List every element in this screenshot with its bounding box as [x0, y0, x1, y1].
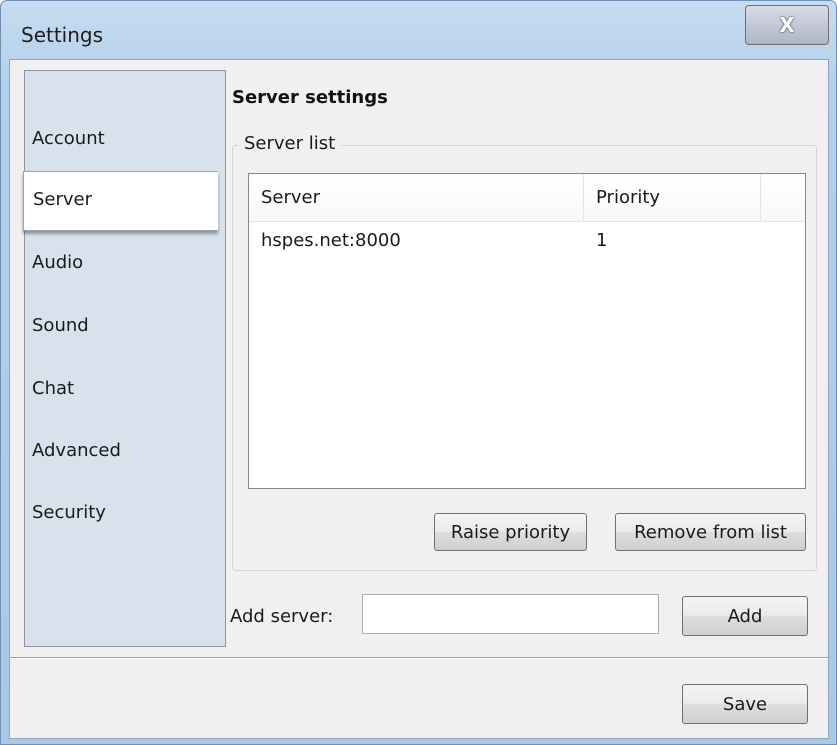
dialog-client-area: Account Server Audio Sound Chat Advanced… [9, 59, 829, 739]
settings-sidebar [24, 70, 226, 647]
raise-priority-button[interactable]: Raise priority [434, 513, 587, 551]
sidebar-item-sound[interactable]: Sound [32, 315, 89, 336]
server-cell: hspes.net:8000 [261, 230, 401, 251]
sidebar-item-account[interactable]: Account [32, 128, 105, 149]
sidebar-item-security[interactable]: Security [32, 502, 106, 523]
server-list-legend: Server list [238, 133, 342, 154]
sidebar-item-advanced[interactable]: Advanced [32, 440, 121, 461]
footer-divider [10, 657, 828, 659]
sidebar-item-audio[interactable]: Audio [32, 252, 83, 273]
add-server-label: Add server: [230, 606, 334, 627]
add-server-input[interactable] [362, 594, 659, 634]
column-header-server[interactable]: Server [249, 174, 584, 221]
remove-from-list-button[interactable]: Remove from list [615, 513, 806, 551]
column-header-priority[interactable]: Priority [584, 174, 761, 221]
page-title: Server settings [232, 87, 388, 108]
add-server-button[interactable]: Add [682, 596, 808, 636]
table-row[interactable]: hspes.net:8000 1 [249, 230, 805, 258]
server-list-table[interactable]: Server Priority hspes.net:8000 1 [248, 173, 806, 489]
close-icon: X [779, 13, 795, 37]
settings-window: Settings X Account Server Audio Sound Ch… [0, 0, 837, 745]
title-bar[interactable]: Settings X [1, 1, 836, 59]
close-button[interactable]: X [745, 5, 829, 45]
sidebar-item-label: Server [33, 189, 93, 210]
table-header: Server Priority [249, 174, 805, 222]
save-button[interactable]: Save [682, 684, 808, 724]
column-header-label: Priority [596, 187, 661, 208]
window-title: Settings [21, 23, 104, 47]
priority-cell: 1 [596, 230, 608, 251]
sidebar-item-chat[interactable]: Chat [32, 378, 74, 399]
sidebar-item-server[interactable]: Server [23, 171, 218, 231]
column-header-label: Server [261, 187, 321, 208]
